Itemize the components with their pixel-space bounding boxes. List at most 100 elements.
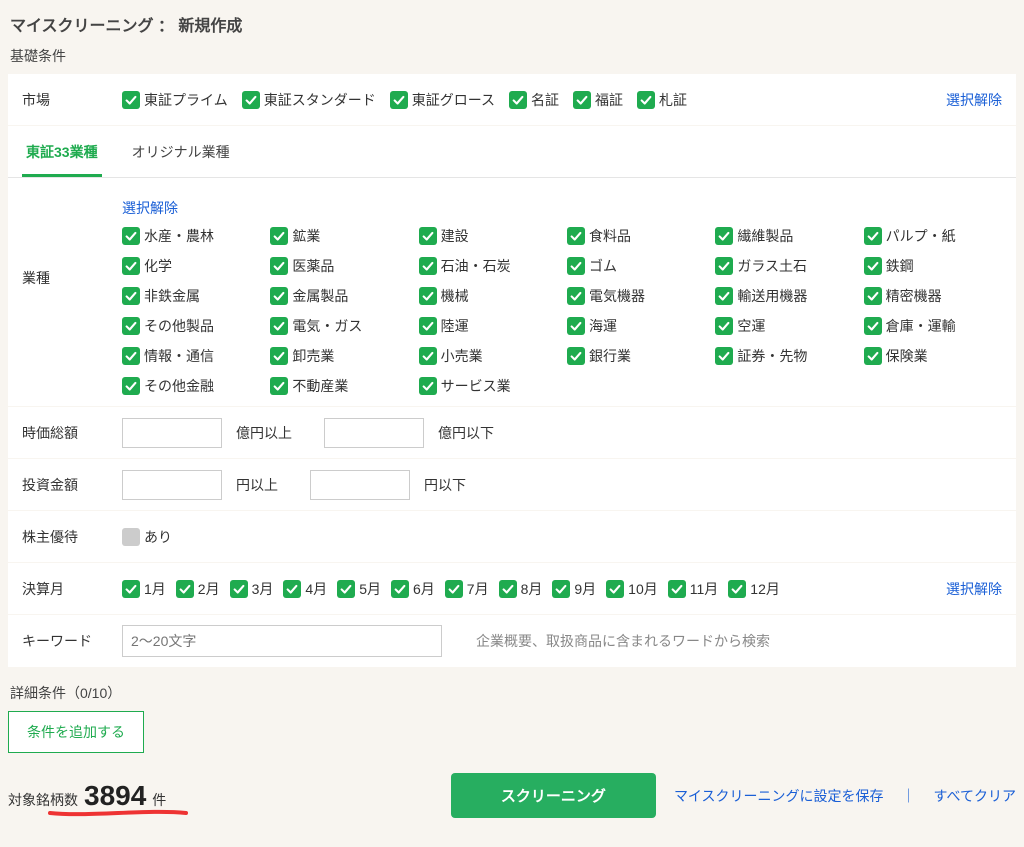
yutai-checkbox-label: あり — [144, 527, 172, 547]
checkbox-industry-14[interactable]: 機械 — [419, 286, 557, 306]
checkmark-icon — [668, 580, 686, 598]
checkbox-month-6[interactable]: 6月 — [391, 579, 435, 599]
page-title: マイスクリーニング ： 新規作成 — [10, 12, 1016, 36]
checkbox-industry-24[interactable]: 情報・通信 — [122, 346, 260, 366]
clear-all-link[interactable]: すべてクリア — [934, 786, 1016, 806]
market-deselect-link[interactable]: 選択解除 — [946, 90, 1002, 110]
checkbox-industry-19[interactable]: 電気・ガス — [270, 316, 408, 336]
checkbox-month-11[interactable]: 11月 — [668, 579, 719, 599]
checkbox-industry-20[interactable]: 陸運 — [419, 316, 557, 336]
checkmark-icon — [567, 227, 585, 245]
checkbox-month-3[interactable]: 3月 — [230, 579, 274, 599]
checkmark-icon — [270, 317, 288, 335]
checkbox-market-0[interactable]: 東証プライム — [122, 90, 228, 110]
checkbox-industry-15[interactable]: 電気機器 — [567, 286, 705, 306]
investment-min-input[interactable] — [122, 470, 222, 500]
checkbox-industry-26[interactable]: 小売業 — [419, 346, 557, 366]
checkbox-month-1[interactable]: 1月 — [122, 579, 166, 599]
checkbox-industry-8[interactable]: 石油・石炭 — [419, 256, 557, 276]
checkbox-industry-25[interactable]: 卸売業 — [270, 346, 408, 366]
add-condition-button[interactable]: 条件を追加する — [8, 711, 144, 753]
checkbox-industry-21[interactable]: 海運 — [567, 316, 705, 336]
checkbox-industry-13[interactable]: 金属製品 — [270, 286, 408, 306]
checkbox-yutai[interactable]: あり — [122, 527, 172, 547]
checkbox-industry-29[interactable]: 保険業 — [864, 346, 1002, 366]
checkmark-icon — [509, 91, 527, 109]
checkbox-icon — [122, 528, 140, 546]
keyword-input[interactable] — [122, 625, 442, 657]
checkmark-icon — [419, 347, 437, 365]
yutai-label: 株主優待 — [22, 527, 122, 547]
checkbox-industry-18[interactable]: その他製品 — [122, 316, 260, 336]
checkbox-label: 5月 — [359, 579, 381, 599]
checkbox-label: サービス業 — [441, 376, 511, 396]
tab-tse33[interactable]: 東証33業種 — [22, 132, 102, 177]
checkbox-month-9[interactable]: 9月 — [552, 579, 596, 599]
checkbox-market-4[interactable]: 福証 — [573, 90, 623, 110]
checkbox-label: 不動産業 — [292, 376, 348, 396]
checkbox-month-5[interactable]: 5月 — [337, 579, 381, 599]
checkbox-label: 札証 — [659, 90, 687, 110]
checkbox-label: 銀行業 — [589, 346, 631, 366]
checkbox-industry-12[interactable]: 非鉄金属 — [122, 286, 260, 306]
result-count: 対象銘柄数 3894 件 — [8, 780, 166, 812]
checkmark-icon — [715, 227, 733, 245]
checkbox-industry-28[interactable]: 証券・先物 — [715, 346, 853, 366]
checkbox-label: 2月 — [198, 579, 220, 599]
tab-original[interactable]: オリジナル業種 — [128, 132, 234, 177]
checkbox-industry-1[interactable]: 鉱業 — [270, 226, 408, 246]
industry-deselect-link[interactable]: 選択解除 — [122, 188, 1002, 226]
checkbox-industry-23[interactable]: 倉庫・運輸 — [864, 316, 1002, 336]
checkbox-industry-7[interactable]: 医薬品 — [270, 256, 408, 276]
marketcap-max-input[interactable] — [324, 418, 424, 448]
screen-button[interactable]: スクリーニング — [451, 773, 656, 818]
marketcap-max-unit: 億円以下 — [438, 423, 494, 443]
checkbox-month-10[interactable]: 10月 — [606, 579, 658, 599]
checkmark-icon — [242, 91, 260, 109]
footer-separator: ｜ — [902, 786, 916, 806]
checkmark-icon — [419, 287, 437, 305]
checkbox-market-3[interactable]: 名証 — [509, 90, 559, 110]
checkbox-industry-11[interactable]: 鉄鋼 — [864, 256, 1002, 276]
checkmark-icon — [270, 257, 288, 275]
checkbox-industry-2[interactable]: 建設 — [419, 226, 557, 246]
checkbox-industry-31[interactable]: 不動産業 — [270, 376, 408, 396]
checkbox-industry-17[interactable]: 精密機器 — [864, 286, 1002, 306]
marketcap-min-input[interactable] — [122, 418, 222, 448]
settlement-label: 決算月 — [22, 579, 122, 599]
checkmark-icon — [122, 287, 140, 305]
industry-row: 業種 選択解除 水産・農林鉱業建設食料品繊維製品パルプ・紙化学医薬品石油・石炭ゴ… — [8, 178, 1016, 407]
checkbox-industry-27[interactable]: 銀行業 — [567, 346, 705, 366]
investment-max-input[interactable] — [310, 470, 410, 500]
investment-row: 投資金額 円以上 円以下 — [8, 459, 1016, 511]
checkbox-industry-22[interactable]: 空運 — [715, 316, 853, 336]
checkbox-industry-32[interactable]: サービス業 — [419, 376, 557, 396]
save-my-screening-link[interactable]: マイスクリーニングに設定を保存 — [674, 786, 884, 806]
checkbox-industry-16[interactable]: 輸送用機器 — [715, 286, 853, 306]
checkbox-market-2[interactable]: 東証グロース — [390, 90, 495, 110]
checkbox-industry-4[interactable]: 繊維製品 — [715, 226, 853, 246]
checkbox-industry-5[interactable]: パルプ・紙 — [864, 226, 1002, 246]
checkbox-market-5[interactable]: 札証 — [637, 90, 687, 110]
checkbox-industry-10[interactable]: ガラス土石 — [715, 256, 853, 276]
checkmark-icon — [864, 227, 882, 245]
checkbox-label: ゴム — [589, 256, 617, 276]
checkmark-icon — [419, 257, 437, 275]
checkbox-industry-0[interactable]: 水産・農林 — [122, 226, 260, 246]
checkbox-label: 卸売業 — [292, 346, 334, 366]
checkbox-month-7[interactable]: 7月 — [445, 579, 489, 599]
checkbox-industry-30[interactable]: その他金融 — [122, 376, 260, 396]
checkmark-icon — [715, 317, 733, 335]
checkbox-industry-6[interactable]: 化学 — [122, 256, 260, 276]
checkbox-month-8[interactable]: 8月 — [499, 579, 543, 599]
checkbox-industry-9[interactable]: ゴム — [567, 256, 705, 276]
checkbox-market-1[interactable]: 東証スタンダード — [242, 90, 376, 110]
checkbox-month-4[interactable]: 4月 — [283, 579, 327, 599]
market-label: 市場 — [22, 90, 122, 110]
checkbox-month-12[interactable]: 12月 — [728, 579, 780, 599]
checkbox-label: 化学 — [144, 256, 172, 276]
month-deselect-link[interactable]: 選択解除 — [946, 579, 1002, 599]
checkbox-month-2[interactable]: 2月 — [176, 579, 220, 599]
checkmark-icon — [567, 257, 585, 275]
checkbox-industry-3[interactable]: 食料品 — [567, 226, 705, 246]
